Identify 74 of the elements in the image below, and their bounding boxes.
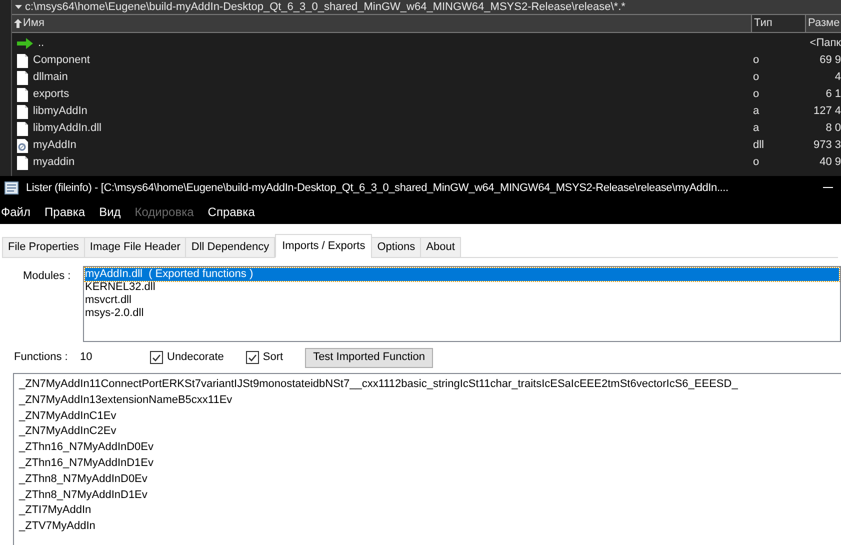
module-item[interactable]: KERNEL32.dll <box>85 281 839 294</box>
checkbox-label[interactable]: Sort <box>262 349 284 366</box>
tab[interactable]: File Properties <box>2 237 85 258</box>
file-name[interactable]: libmyAddIn <box>33 103 88 120</box>
arrow-icon <box>17 38 33 49</box>
app-icon <box>4 181 20 195</box>
function-item[interactable]: _ZThn16_N7MyAddInD1Ev <box>19 456 841 472</box>
file-size: 127 4 <box>813 104 841 120</box>
tab[interactable]: About <box>420 237 461 258</box>
column-header[interactable]: Разме <box>805 15 841 32</box>
file-size: 69 9 <box>820 53 841 68</box>
file-icon <box>17 70 28 84</box>
file-name[interactable]: dllmain <box>33 69 68 86</box>
menu-item[interactable]: Файл <box>1 203 31 221</box>
file-icon <box>17 156 28 170</box>
file-type: dll <box>753 139 764 152</box>
function-item[interactable]: _ZThn16_N7MyAddInD0Ev <box>19 440 841 456</box>
column-header[interactable]: Имя <box>12 15 751 32</box>
file-size: 8 0 <box>826 121 841 136</box>
function-item[interactable]: _ZThn8_N7MyAddInD0Ev <box>19 472 841 488</box>
function-item[interactable]: _ZThn8_N7MyAddInD1Ev <box>19 488 841 504</box>
tab[interactable]: Imports / Exports <box>275 234 372 258</box>
file-name[interactable]: libmyAddIn.dll <box>33 120 102 137</box>
file-name[interactable]: exports <box>33 86 70 103</box>
file-type: o <box>753 71 760 84</box>
tab[interactable]: Options <box>371 237 422 258</box>
menu-item[interactable]: Вид <box>99 203 121 221</box>
file-type: a <box>753 122 760 134</box>
function-item[interactable]: _ZN7MyAddInC1Ev <box>19 408 841 424</box>
dll-file-icon <box>17 138 28 152</box>
file-icon <box>17 54 28 68</box>
file-name[interactable]: myAddIn <box>33 137 76 154</box>
test-function-button[interactable]: Test Imported Function <box>305 348 433 368</box>
checkbox[interactable] <box>150 351 163 364</box>
module-item[interactable]: msvcrt.dll <box>85 294 839 307</box>
modules-label: Modules : <box>22 269 72 284</box>
file-type: o <box>753 54 760 66</box>
dropdown-icon[interactable] <box>14 4 23 10</box>
file-icon <box>17 122 28 136</box>
functions-list[interactable] <box>13 373 841 545</box>
file-name[interactable]: myaddin <box>33 154 75 171</box>
file-type: a <box>753 105 760 118</box>
column-header[interactable]: Тип <box>751 15 805 32</box>
function-item[interactable]: _ZTV7MyAddIn <box>19 519 841 535</box>
modules-list[interactable]: myAddIn.dll ( Exported functions ) KERNEL32.dll msvcrt.dll msys-2.0.dll <box>83 266 841 342</box>
function-item[interactable]: _ZTI7MyAddIn <box>19 503 841 520</box>
path-text: c:\msys64\home\Eugene\build-myAddIn-Desktop_Qt_6_3_0_shared_MinGW_w64_MINGW64_MSYS2-Release\release\*.* <box>25 2 626 12</box>
file-size: 973 3 <box>813 138 841 154</box>
module-item[interactable]: myAddIn.dll ( Exported functions ) <box>85 268 839 281</box>
file-size: 4 <box>834 70 841 86</box>
file-size: 6 1 <box>826 87 841 102</box>
file-name[interactable]: .. <box>38 35 44 52</box>
file-icon <box>17 88 28 102</box>
file-size: <Папк <box>810 36 841 52</box>
window-title: Lister (fileinfo) - [C:\msys64\home\Eugene\build-myAddIn-Desktop_Qt_6_3_0_shared_MinGW_w64_MINGW64_MSYS2-Release\release\myAddIn.... <box>26 180 730 196</box>
module-item[interactable]: msys-2.0.dll <box>85 307 839 320</box>
file-name[interactable]: Component <box>33 52 90 69</box>
checkbox[interactable] <box>246 351 259 364</box>
file-type: o <box>753 156 760 168</box>
function-item[interactable]: _ZN7MyAddInC2Ev <box>19 424 841 440</box>
menu-item[interactable]: Справка <box>208 203 255 221</box>
checkbox-label[interactable]: Undecorate <box>167 349 224 366</box>
file-icon <box>17 104 28 118</box>
functions-label: Functions : <box>13 350 69 366</box>
tab[interactable]: Dll Dependency <box>185 237 276 258</box>
function-item[interactable]: _ZN7MyAddIn13extensionNameB5cxx11Ev <box>19 392 841 409</box>
file-size: 40 9 <box>820 155 841 170</box>
minimize-icon[interactable] <box>823 187 833 189</box>
function-item[interactable]: _ZN7MyAddIn11ConnectPortERKSt7variantIJSt9monostateidbNSt7__cxx1112basic_stringIcSt11char_traitsIcESaIcEEE2tmSt6vectorIcS6_EEESD_ <box>19 377 841 393</box>
functions-count: 10 <box>80 350 94 366</box>
path-bar[interactable]: c:\msys64\home\Eugene\build-myAddIn-Desktop_Qt_6_3_0_shared_MinGW_w64_MINGW64_MSYS2-Release\release\*.* <box>12 0 841 14</box>
tab[interactable]: Image File Header <box>84 237 186 258</box>
file-type: o <box>753 88 760 100</box>
menu-item[interactable]: Правка <box>44 203 86 221</box>
